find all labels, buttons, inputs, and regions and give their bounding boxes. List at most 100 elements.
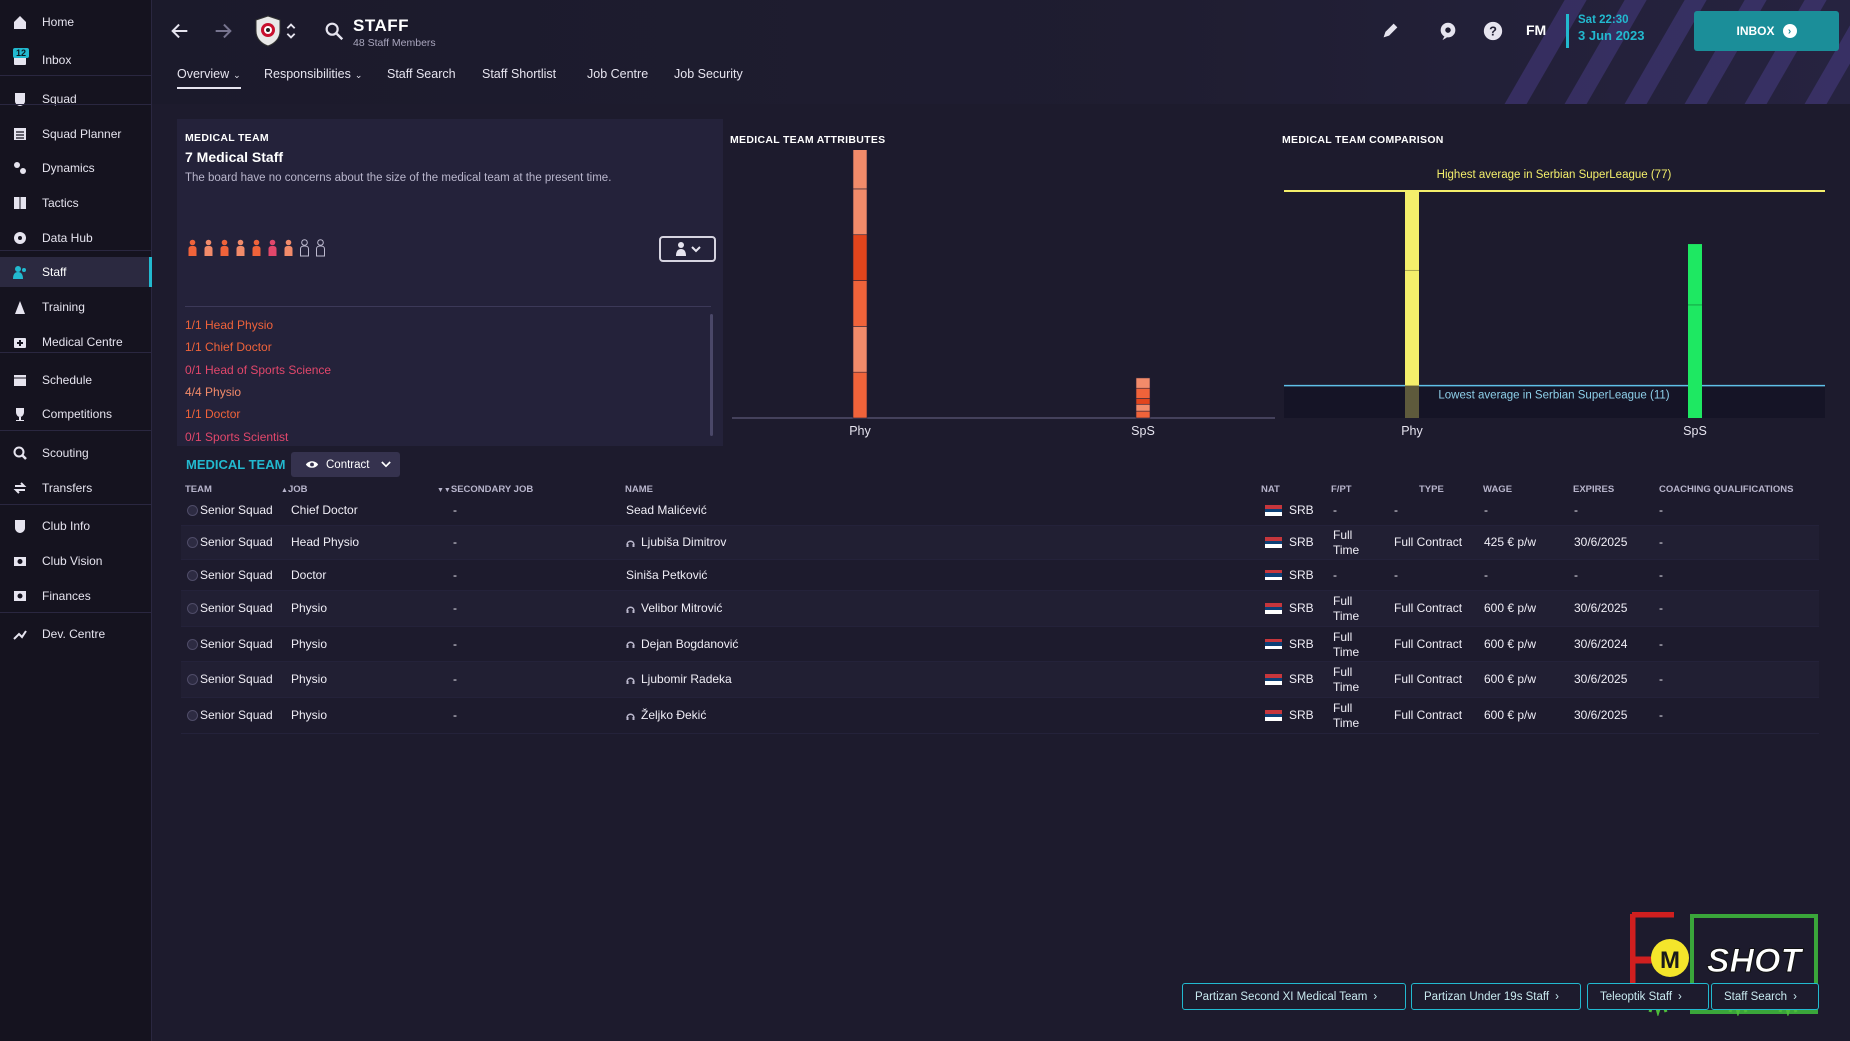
bar-segment[interactable] [1135,403,1151,412]
bar-segment[interactable] [852,371,868,419]
fm-logo[interactable]: FM [1526,22,1546,38]
cell-text: Željko Đekić [641,708,707,722]
cell-expires: 30/6/2025 [1574,672,1627,686]
link-staff-search[interactable]: Staff Search › [1711,983,1819,1010]
cell-name[interactable]: Siniša Petković [626,568,707,582]
sidebar-item-label: Inbox [42,53,72,67]
sidebar-item-training[interactable]: Training [0,292,152,322]
bar-segment[interactable] [1135,410,1151,419]
cell-name[interactable]: Ljubomir Radeka [626,672,732,686]
table-row[interactable]: Senior Squad Chief Doctor - Sead Malićević S… [181,496,1819,526]
sidebar-item-data-hub[interactable]: Data Hub [0,223,152,253]
table-row[interactable]: Senior Squad Physio - Željko Đekić SRB Full T… [181,698,1819,734]
column-header-coaching-qualifications[interactable]: COACHING QUALIFICATIONS [1659,484,1793,495]
sidebar-item-schedule[interactable]: Schedule [0,365,152,395]
column-header-nat[interactable]: NAT [1261,484,1280,495]
row-select-radio[interactable] [187,537,198,548]
cell-text: SRB [1289,636,1314,651]
column-header-team[interactable]: TEAM [185,484,212,495]
sidebar-item-club-info[interactable]: Club Info [0,511,152,541]
sidebar-item-staff[interactable]: Staff [0,257,152,287]
sidebar-item-squad-planner[interactable]: Squad Planner [0,119,152,149]
sidebar-item-scouting[interactable]: Scouting [0,438,152,468]
people-view-dropdown[interactable] [659,236,716,262]
role-line[interactable]: 0/1 Head of Sports Science [185,363,331,377]
tab-job-security[interactable]: Job Security [674,67,743,89]
row-select-radio[interactable] [187,674,198,685]
club-badge-icon[interactable] [254,15,282,47]
forward-button[interactable] [208,16,238,46]
tab-job-centre[interactable]: Job Centre [587,67,648,89]
attributes-chart-title: MEDICAL TEAM ATTRIBUTES [730,134,886,146]
column-header-secondary-job[interactable]: ▼▼SECONDARY JOB [437,484,533,495]
link-partizan-second-xi-medical-team[interactable]: Partizan Second XI Medical Team › [1182,983,1406,1010]
column-header-name[interactable]: NAME [625,484,653,495]
cell-text: Senior Squad [200,535,273,549]
table-row[interactable]: Senior Squad Physio - Ljubomir Radeka SRB Ful… [181,662,1819,698]
cell-name[interactable]: Velibor Mitrović [626,601,722,615]
table-row[interactable]: Senior Squad Head Physio - Ljubiša Dimitrov… [181,526,1819,560]
column-header-expires[interactable]: EXPIRES [1573,484,1614,495]
back-button[interactable] [165,16,195,46]
club-switch-button[interactable] [284,16,298,46]
column-header-wage[interactable]: WAGE [1483,484,1512,495]
bar-segment[interactable] [852,234,868,281]
row-select-radio[interactable] [187,603,198,614]
view-dropdown[interactable]: Contract [291,452,400,477]
row-select-radio[interactable] [187,505,198,516]
role-line[interactable]: 1/1 Head Physio [185,318,273,332]
bar-segment[interactable] [852,188,868,236]
inbox-continue-button[interactable]: INBOX › [1694,11,1839,51]
table-row[interactable]: Senior Squad Physio - Velibor Mitrović SRB Fu… [181,591,1819,627]
game-date[interactable]: Sat 22:30 3 Jun 2023 [1566,14,1645,48]
cell-nat: SRB [1289,503,1314,517]
sidebar-item-finances[interactable]: Finances [0,581,152,611]
sidebar-item-inbox[interactable]: Inbox 12 [0,45,152,75]
tab-responsibilities[interactable]: Responsibilities ⌄ [264,67,362,89]
bar-phy[interactable] [1405,191,1419,418]
row-select-radio[interactable] [187,569,198,581]
bar-segment[interactable] [1135,398,1151,405]
cell-text: 600 € p/w [1484,672,1537,686]
link-teleoptik-staff[interactable]: Teleoptik Staff › [1587,983,1709,1010]
edit-button[interactable] [1375,16,1405,46]
sidebar-item-transfers[interactable]: Transfers [0,473,152,503]
row-select-radio[interactable] [187,710,198,721]
sidebar-item-tactics[interactable]: Tactics [0,188,152,218]
bar-segment[interactable] [852,150,868,190]
sidebar-item-dev-centre[interactable]: Dev. Centre [0,619,152,649]
person-head [317,239,324,246]
table-row[interactable]: Senior Squad Doctor - Siniša Petković SRB - - -… [181,560,1819,591]
cell-name[interactable]: Ljubiša Dimitrov [626,535,726,549]
table-row[interactable]: Senior Squad Physio - Dejan Bogdanović SRB Fu… [181,627,1819,662]
column-header-job[interactable]: ▲JOB [281,484,307,495]
bar-segment[interactable] [852,280,868,327]
cell-name[interactable]: Željko Đekić [626,708,706,722]
role-line[interactable]: 4/4 Physio [185,385,241,399]
sidebar-item-competitions[interactable]: Competitions [0,399,152,429]
bar-sps[interactable] [1688,244,1702,418]
row-select-radio[interactable] [187,638,198,650]
column-header-f-pt[interactable]: F/PT [1331,484,1352,495]
cell-name[interactable]: Sead Malićević [626,503,707,517]
tab-staff-search[interactable]: Staff Search [387,67,456,89]
role-line[interactable]: 0/1 Sports Scientist [185,430,288,444]
column-header-type[interactable]: TYPE [1419,484,1444,495]
bar-segment[interactable] [1135,377,1151,389]
cell-name[interactable]: Dejan Bogdanović [626,637,738,651]
roles-scrollbar[interactable] [710,314,713,436]
bar-segment[interactable] [1135,387,1151,399]
tab-overview[interactable]: Overview ⌄ [177,67,241,89]
bar-segment[interactable] [852,326,868,373]
role-line[interactable]: 1/1 Doctor [185,407,240,421]
help-button[interactable]: ? [1478,16,1508,46]
sidebar-item-club-vision[interactable]: Club Vision [0,546,152,576]
sidebar-item-home[interactable]: Home [0,7,152,37]
social-button[interactable] [1433,16,1463,46]
search-button[interactable] [319,16,349,46]
link-partizan-under-19s-staff[interactable]: Partizan Under 19s Staff › [1411,983,1581,1010]
role-line[interactable]: 1/1 Chief Doctor [185,340,272,354]
tab-staff-shortlist[interactable]: Staff Shortlist [482,67,556,89]
sidebar-item-dynamics[interactable]: Dynamics [0,153,152,183]
sidebar-item-squad[interactable]: Squad [0,84,152,114]
